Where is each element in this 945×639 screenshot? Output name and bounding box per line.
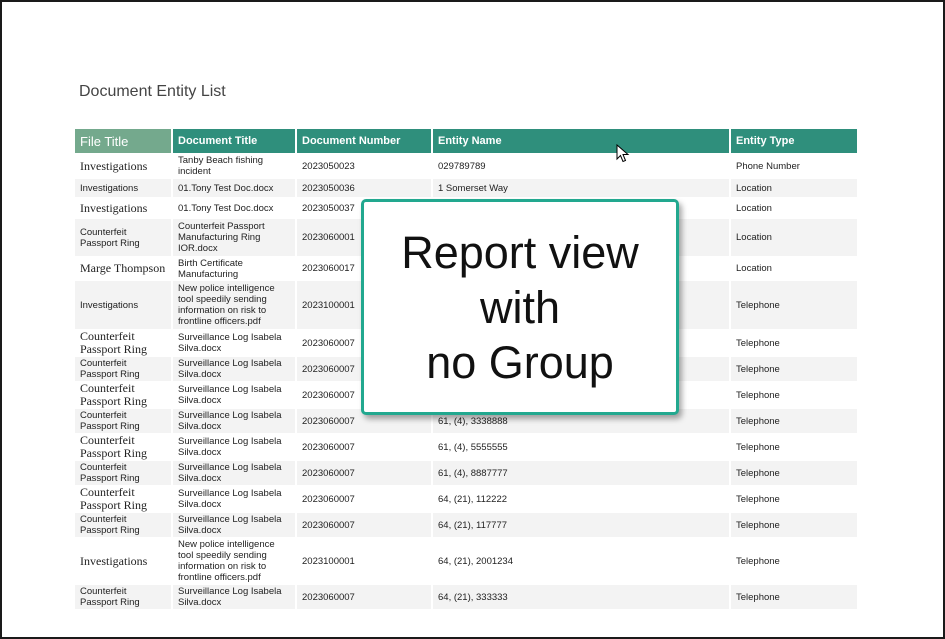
cell-entity-name: 029789789: [438, 160, 486, 172]
cell-document-number: 2023060007: [302, 493, 355, 505]
cell-file-title: Counterfeit Passport Ring: [75, 513, 171, 537]
column-header-file-title[interactable]: File Title: [75, 129, 171, 153]
cell-document-title: Surveillance Log Isabela Silva.docx: [173, 585, 295, 609]
cell-entity-type: Location: [731, 219, 857, 256]
cell-entity-name: 61, (4), 8887777: [433, 461, 729, 485]
cell-entity-type: Telephone: [736, 493, 780, 505]
table-header-row: File Title Document Title Document Numbe…: [75, 129, 857, 153]
cell-file-title: Counterfeit Passport Ring: [75, 357, 171, 381]
cell-document-title: Surveillance Log Isabela Silva.docx: [173, 409, 295, 433]
cell-document-title: 01.Tony Test Doc.docx: [173, 179, 295, 197]
cell-entity-type: Telephone: [736, 337, 780, 349]
cell-document-title: New police intelligence tool speedily se…: [178, 539, 275, 583]
cell-entity-type: Location: [736, 202, 772, 214]
cell-entity-name: 64, (21), 117777: [433, 513, 729, 537]
cell-document-title: Surveillance Log Isabela Silva.docx: [173, 357, 295, 381]
cell-file-title: Counterfeit Passport Ring: [80, 485, 148, 512]
cell-document-number: 2023050036: [297, 179, 431, 197]
cell-entity-type: Telephone: [731, 461, 857, 485]
cell-entity-name: 64, (21), 112222: [438, 493, 508, 505]
cell-document-title: Surveillance Log Isabela Silva.docx: [178, 488, 282, 510]
table-row[interactable]: Counterfeit Passport Ring Surveillance Lo…: [75, 485, 857, 513]
cell-file-title: Investigations: [75, 179, 171, 197]
report-window: Document Entity List File Title Document…: [0, 0, 945, 639]
cell-file-title: Marge Thompson: [80, 261, 166, 275]
cell-entity-name: 64, (21), 333333: [433, 585, 729, 609]
cell-file-title: Investigations: [75, 281, 171, 329]
cell-document-number: 2023060007: [297, 513, 431, 537]
table-row[interactable]: Counterfeit Passport Ring Surveillance Lo…: [75, 513, 857, 537]
cell-document-title: Surveillance Log Isabela Silva.docx: [178, 384, 282, 406]
column-header-entity-name[interactable]: Entity Name: [433, 129, 729, 153]
cell-entity-type: Telephone: [736, 441, 780, 453]
cell-file-title: Counterfeit Passport Ring: [75, 409, 171, 433]
cell-entity-type: Telephone: [736, 555, 780, 567]
cell-file-title: Counterfeit Passport Ring: [80, 329, 148, 356]
cell-document-number: 2023100001: [302, 555, 355, 567]
cell-entity-type: Location: [736, 263, 772, 274]
column-header-entity-type[interactable]: Entity Type: [731, 129, 857, 153]
cell-file-title: Counterfeit Passport Ring: [75, 461, 171, 485]
cell-entity-type: Telephone: [731, 585, 857, 609]
cell-document-number: 2023060007: [302, 441, 355, 453]
cell-document-title: Tanby Beach fishing incident: [178, 155, 264, 177]
cell-entity-type: Telephone: [731, 409, 857, 433]
cell-entity-name: 1 Somerset Way: [433, 179, 729, 197]
cell-entity-name: 61, (4), 5555555: [438, 441, 508, 453]
cell-file-title: Counterfeit Passport Ring: [75, 219, 171, 256]
cell-document-title: Surveillance Log Isabela Silva.docx: [173, 513, 295, 537]
cell-entity-type: Telephone: [731, 281, 857, 329]
report-title: Document Entity List: [79, 83, 226, 100]
cell-file-title: Investigations: [80, 158, 148, 173]
column-header-document-title[interactable]: Document Title: [173, 129, 295, 153]
cell-document-title: New police intelligence tool speedily se…: [173, 281, 295, 329]
cell-file-title: Counterfeit Passport Ring: [80, 381, 148, 408]
cell-entity-type: Telephone: [736, 389, 780, 401]
table-row[interactable]: Investigations Tanby Beach fishing incide…: [75, 153, 857, 179]
table-row[interactable]: Investigations 01.Tony Test Doc.docx 20230…: [75, 179, 857, 197]
callout-text: Report view with no Group: [401, 226, 639, 388]
cell-entity-type: Telephone: [731, 513, 857, 537]
cell-entity-type: Location: [731, 179, 857, 197]
table-row[interactable]: Investigations New police intelligence to…: [75, 537, 857, 585]
table-row[interactable]: Counterfeit Passport Ring Surveillance Lo…: [75, 461, 857, 485]
cell-document-title: Surveillance Log Isabela Silva.docx: [178, 332, 282, 354]
cell-entity-type: Phone Number: [736, 160, 800, 172]
cell-document-title: 01.Tony Test Doc.docx: [178, 202, 274, 214]
cell-file-title: Counterfeit Passport Ring: [75, 585, 171, 609]
cell-entity-type: Telephone: [731, 357, 857, 381]
cell-document-title: Birth Certificate Manufacturing: [178, 257, 243, 280]
cell-document-number: 2023060007: [297, 585, 431, 609]
mouse-pointer-icon: [616, 144, 630, 163]
cell-file-title: Investigations: [80, 553, 148, 568]
cell-document-title: Counterfeit Passport Manufacturing Ring …: [173, 219, 295, 256]
cell-document-title: Surveillance Log Isabela Silva.docx: [178, 436, 282, 458]
cell-document-number: 2023050023: [302, 160, 355, 172]
table-row[interactable]: Counterfeit Passport Ring Surveillance Lo…: [75, 433, 857, 461]
cell-document-number: 2023060007: [297, 461, 431, 485]
cell-file-title: Investigations: [80, 200, 148, 215]
cell-document-title: Surveillance Log Isabela Silva.docx: [173, 461, 295, 485]
callout-box: Report view with no Group: [361, 199, 679, 415]
table-row[interactable]: Counterfeit Passport Ring Surveillance Lo…: [75, 585, 857, 609]
column-header-document-number[interactable]: Document Number: [297, 129, 431, 153]
cell-entity-name: 64, (21), 2001234: [438, 555, 514, 567]
cell-file-title: Counterfeit Passport Ring: [80, 433, 148, 460]
